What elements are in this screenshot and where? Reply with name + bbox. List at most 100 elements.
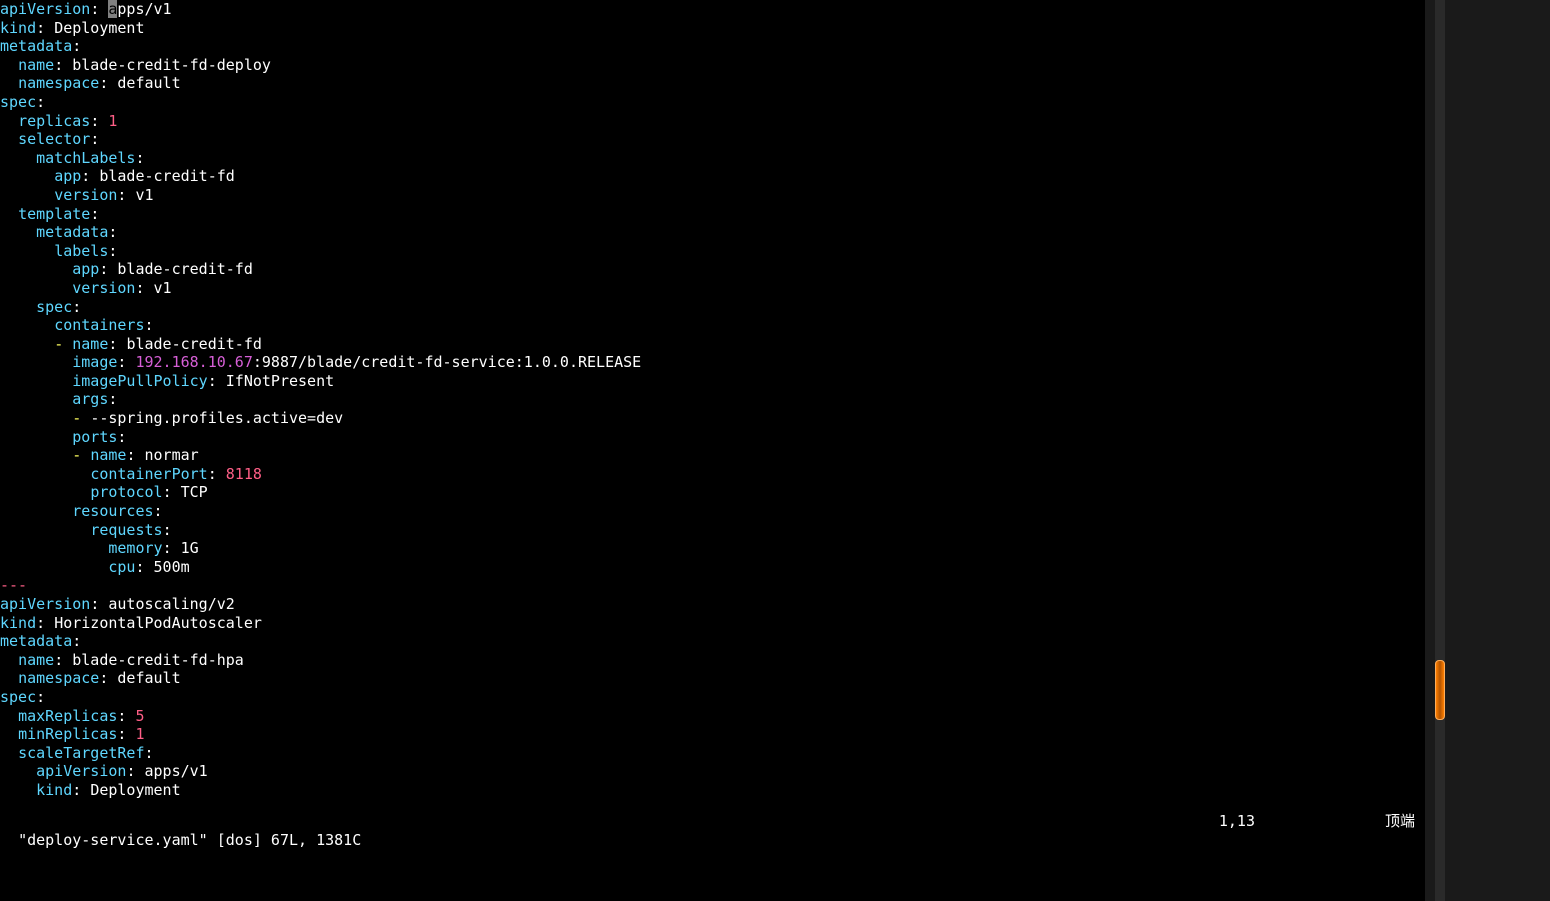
yaml-text: : <box>163 483 181 501</box>
scrollbar-track[interactable] <box>1435 0 1445 901</box>
editor-viewport[interactable]: apiVersion: apps/v1kind: Deploymentmetad… <box>0 0 1425 901</box>
code-line[interactable]: metadata: <box>0 632 1425 651</box>
code-line[interactable]: args: <box>0 390 1425 409</box>
yaml-key: name <box>72 335 108 353</box>
yaml-key: selector <box>18 130 90 148</box>
code-line[interactable]: imagePullPolicy: IfNotPresent <box>0 372 1425 391</box>
yaml-text: : <box>54 56 72 74</box>
code-line[interactable]: matchLabels: <box>0 149 1425 168</box>
yaml-text: : <box>117 725 135 743</box>
code-line[interactable]: apiVersion: autoscaling/v2 <box>0 595 1425 614</box>
yaml-text: : <box>54 651 72 669</box>
code-line[interactable]: apiVersion: apps/v1 <box>0 0 1425 19</box>
yaml-key: namespace <box>18 74 99 92</box>
yaml-text: : <box>99 74 117 92</box>
code-line[interactable]: ports: <box>0 428 1425 447</box>
code-line[interactable]: - name: blade-credit-fd <box>0 335 1425 354</box>
code-line[interactable]: name: blade-credit-fd-deploy <box>0 56 1425 75</box>
yaml-key: namespace <box>18 669 99 687</box>
code-line[interactable]: --- <box>0 576 1425 595</box>
yaml-key: apiVersion <box>0 0 90 18</box>
yaml-text: : <box>90 112 108 130</box>
yaml-text: IfNotPresent <box>226 372 334 390</box>
code-line[interactable]: scaleTargetRef: <box>0 744 1425 763</box>
code-line[interactable]: kind: Deployment <box>0 781 1425 800</box>
code-line[interactable]: version: v1 <box>0 186 1425 205</box>
yaml-text: : <box>90 595 108 613</box>
yaml-key: replicas <box>18 112 90 130</box>
yaml-key: args <box>72 390 108 408</box>
yaml-key: name <box>18 56 54 74</box>
yaml-text: pps/v1 <box>117 0 171 18</box>
code-line[interactable]: template: <box>0 205 1425 224</box>
code-line[interactable]: spec: <box>0 298 1425 317</box>
code-line[interactable]: memory: 1G <box>0 539 1425 558</box>
yaml-text: TCP <box>181 483 208 501</box>
code-line[interactable]: cpu: 500m <box>0 558 1425 577</box>
yaml-text: : <box>81 167 99 185</box>
code-line[interactable]: - name: normar <box>0 446 1425 465</box>
yaml-key: containers <box>54 316 144 334</box>
code-line[interactable]: protocol: TCP <box>0 483 1425 502</box>
yaml-text: : <box>126 762 144 780</box>
yaml-text: normar <box>145 446 199 464</box>
code-line[interactable]: kind: Deployment <box>0 19 1425 38</box>
code-line[interactable]: metadata: <box>0 37 1425 56</box>
yaml-text: apps/v1 <box>145 762 208 780</box>
yaml-key: app <box>54 167 81 185</box>
yaml-text: : <box>72 298 81 316</box>
code-line[interactable]: replicas: 1 <box>0 112 1425 131</box>
vim-status-bar: "deploy-service.yaml" [dos] 67L, 1381C 1… <box>0 812 1425 831</box>
yaml-text: : <box>117 186 135 204</box>
yaml-key: imagePullPolicy <box>72 372 207 390</box>
yaml-key: spec <box>0 688 36 706</box>
code-line[interactable]: requests: <box>0 521 1425 540</box>
yaml-key: kind <box>36 781 72 799</box>
yaml-key: kind <box>0 614 36 632</box>
code-line[interactable]: metadata: <box>0 223 1425 242</box>
yaml-text: :9887/blade/credit-fd-service:1.0.0.RELE… <box>253 353 641 371</box>
code-line[interactable]: name: blade-credit-fd-hpa <box>0 651 1425 670</box>
code-line[interactable]: labels: <box>0 242 1425 261</box>
code-line[interactable]: image: 192.168.10.67:9887/blade/credit-f… <box>0 353 1425 372</box>
code-line[interactable]: selector: <box>0 130 1425 149</box>
yaml-text: v1 <box>135 186 153 204</box>
code-line[interactable]: namespace: default <box>0 74 1425 93</box>
yaml-text: : <box>208 465 226 483</box>
yaml-text: blade-credit-fd-hpa <box>72 651 244 669</box>
yaml-text: : <box>108 223 117 241</box>
code-line[interactable]: spec: <box>0 688 1425 707</box>
yaml-text: : <box>72 37 81 55</box>
yaml-text: : <box>90 130 99 148</box>
yaml-key: app <box>72 260 99 278</box>
code-line[interactable]: containerPort: 8118 <box>0 465 1425 484</box>
yaml-key: apiVersion <box>36 762 126 780</box>
yaml-text: : <box>135 558 153 576</box>
code-line[interactable]: containers: <box>0 316 1425 335</box>
code-line[interactable]: namespace: default <box>0 669 1425 688</box>
code-line[interactable]: resources: <box>0 502 1425 521</box>
code-line[interactable]: app: blade-credit-fd <box>0 260 1425 279</box>
code-line[interactable]: version: v1 <box>0 279 1425 298</box>
yaml-dash: - <box>54 335 72 353</box>
code-line[interactable]: maxReplicas: 5 <box>0 707 1425 726</box>
code-line[interactable]: apiVersion: apps/v1 <box>0 762 1425 781</box>
yaml-text: : <box>126 446 144 464</box>
code-line[interactable]: app: blade-credit-fd <box>0 167 1425 186</box>
code-line[interactable]: - --spring.profiles.active=dev <box>0 409 1425 428</box>
yaml-text: : <box>135 279 153 297</box>
code-line[interactable]: minReplicas: 1 <box>0 725 1425 744</box>
yaml-number: 1 <box>108 112 117 130</box>
yaml-dash: - <box>72 409 90 427</box>
yaml-key: memory <box>108 539 162 557</box>
code-line[interactable]: kind: HorizontalPodAutoscaler <box>0 614 1425 633</box>
yaml-number: 8118 <box>226 465 262 483</box>
yaml-key: name <box>90 446 126 464</box>
yaml-key: labels <box>54 242 108 260</box>
yaml-text: : <box>90 0 108 18</box>
code-line[interactable]: spec: <box>0 93 1425 112</box>
scrollbar-thumb[interactable] <box>1435 660 1445 720</box>
yaml-text: : <box>117 428 126 446</box>
yaml-key: containerPort <box>90 465 207 483</box>
yaml-key: requests <box>90 521 162 539</box>
